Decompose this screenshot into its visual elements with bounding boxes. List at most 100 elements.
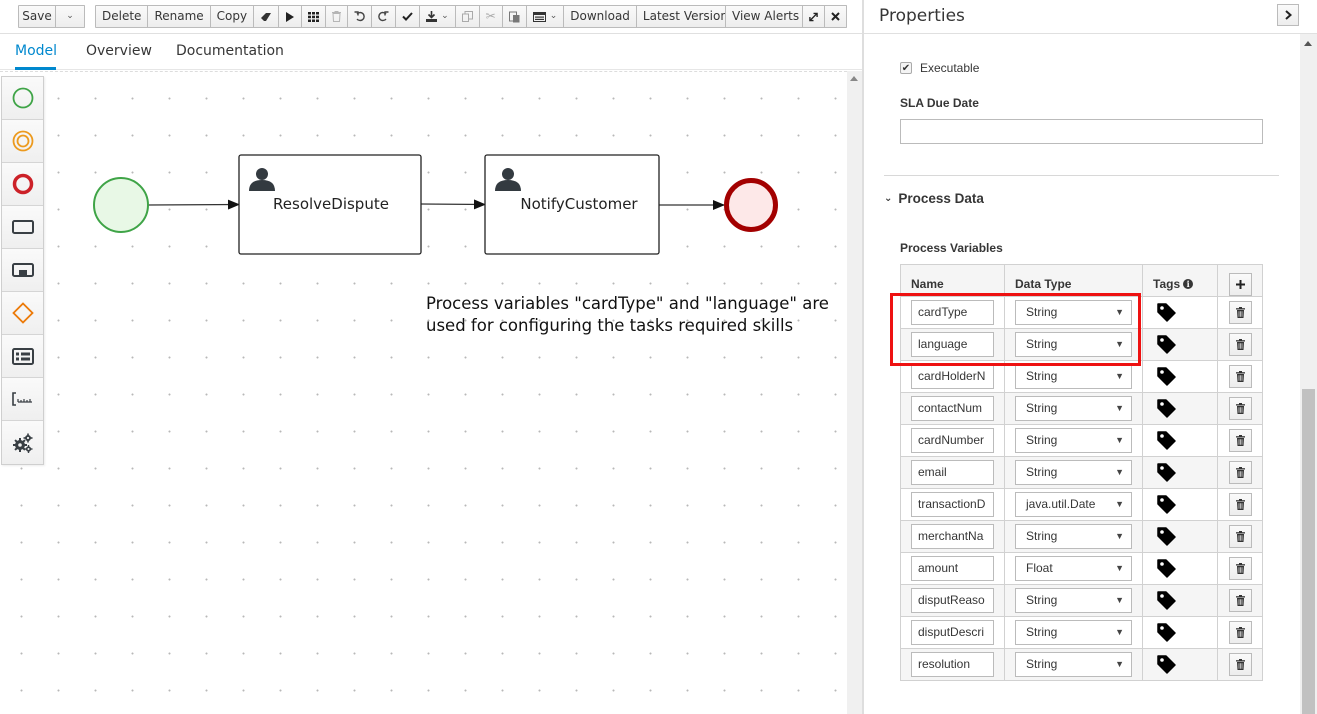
delete-variable-button[interactable] [1229,653,1252,676]
add-variable-button[interactable] [1229,273,1252,296]
data-type-value: java.util.Date [1026,497,1096,511]
tag-icon[interactable] [1157,655,1176,674]
tab-model[interactable]: Model [15,43,57,59]
copy-button[interactable]: Copy [210,5,255,28]
cut-button[interactable]: ✂ [479,5,503,28]
tag-icon[interactable] [1157,463,1176,482]
trash-icon [1236,659,1245,670]
task-resolve-dispute[interactable]: ResolveDispute [238,154,422,255]
data-type-select[interactable]: String ▼ [1015,524,1132,549]
undo-button[interactable] [348,5,373,28]
start-event[interactable] [93,177,149,233]
variable-name-input[interactable]: disputDescri [911,620,994,645]
executable-checkbox[interactable]: ✔ [900,62,912,74]
tag-icon[interactable] [1157,623,1176,642]
process-data-section-toggle[interactable]: ⌄ Process Data [884,191,984,206]
tab-documentation[interactable]: Documentation [176,43,284,59]
tab-overview[interactable]: Overview [86,43,152,59]
tag-icon[interactable] [1157,527,1176,546]
collapse-panel-button[interactable] [1277,4,1299,26]
data-type-select[interactable]: String ▼ [1015,460,1132,485]
variable-name-input[interactable]: disputReaso [911,588,994,613]
delete-variable-button[interactable] [1229,557,1252,580]
delete-variable-button[interactable] [1229,429,1252,452]
close-button[interactable] [825,5,847,28]
scroll-up-icon[interactable] [1304,41,1312,46]
delete-variable-button[interactable] [1229,397,1252,420]
save-button[interactable]: Save [18,5,56,28]
delete-variable-button[interactable] [1229,333,1252,356]
palette-lanes[interactable] [2,335,43,378]
validate-button[interactable] [396,5,421,28]
palette-artifacts[interactable] [2,378,43,421]
variable-name-input[interactable]: merchantNa [911,524,994,549]
data-type-select[interactable]: String ▼ [1015,428,1132,453]
grid-button[interactable] [302,5,327,28]
variable-name-input[interactable]: cardHolderN [911,364,994,389]
scrollbar-thumb[interactable] [1302,389,1315,714]
delete-variable-button[interactable] [1229,365,1252,388]
download-button[interactable]: Download [564,5,637,28]
end-event[interactable] [724,178,778,232]
tag-icon[interactable] [1157,335,1176,354]
info-icon[interactable]: i [1183,279,1194,289]
variable-name-input[interactable]: email [911,460,994,485]
delete-button[interactable]: Delete [95,5,149,28]
palette-custom-tasks[interactable] [2,421,43,464]
task-notify-customer[interactable]: NotifyCustomer [484,154,660,255]
palette-start-event[interactable] [2,77,43,120]
redo-button[interactable] [372,5,397,28]
variable-name-input[interactable]: amount [911,556,994,581]
tag-icon[interactable] [1157,495,1176,514]
scroll-up-icon[interactable] [850,76,858,81]
variable-name-input[interactable]: transactionD [911,492,994,517]
variable-name-input[interactable]: contactNum [911,396,994,421]
view-options-button[interactable]: ⌄ [526,5,565,28]
clear-button[interactable] [254,5,280,28]
maximize-button[interactable] [802,5,825,28]
save-options-button[interactable]: ⌄ [56,5,85,28]
paste-button[interactable] [502,5,527,28]
tag-icon[interactable] [1157,303,1176,322]
variable-name-input[interactable]: language [911,332,994,357]
tag-icon[interactable] [1157,559,1176,578]
data-type-select[interactable]: String ▼ [1015,588,1132,613]
view-alerts-button[interactable]: View Alerts [725,5,807,28]
delete-selection-button[interactable] [326,5,349,28]
properties-scrollbar[interactable] [1300,34,1317,714]
sla-due-date-input[interactable] [900,119,1263,144]
variable-name-input[interactable]: resolution [911,652,994,677]
variable-name-input[interactable]: cardType [911,300,994,325]
delete-variable-button[interactable] [1229,301,1252,324]
data-type-select[interactable]: String ▼ [1015,364,1132,389]
palette-end-event[interactable] [2,163,43,206]
actions-cell [1217,520,1263,553]
delete-variable-button[interactable] [1229,589,1252,612]
variable-name-input[interactable]: cardNumber [911,428,994,453]
data-type-select[interactable]: String ▼ [1015,620,1132,645]
data-type-select[interactable]: String ▼ [1015,396,1132,421]
diagram-canvas[interactable] [0,71,847,714]
tag-icon[interactable] [1157,399,1176,418]
delete-variable-button[interactable] [1229,493,1252,516]
data-type-select[interactable]: Float ▼ [1015,556,1132,581]
delete-variable-button[interactable] [1229,621,1252,644]
palette-intermediate-event[interactable] [2,120,43,163]
palette-subprocess[interactable] [2,249,43,292]
export-button[interactable]: ⌄ [420,5,456,28]
data-type-select[interactable]: String ▼ [1015,652,1132,677]
canvas-scrollbar[interactable] [847,71,862,714]
delete-variable-button[interactable] [1229,461,1252,484]
tag-icon[interactable] [1157,591,1176,610]
data-type-select[interactable]: String ▼ [1015,300,1132,325]
run-button[interactable] [279,5,303,28]
tag-icon[interactable] [1157,367,1176,386]
copy-selection-button[interactable] [455,5,480,28]
palette-gateway[interactable] [2,292,43,335]
rename-button[interactable]: Rename [148,5,211,28]
palette-task[interactable] [2,206,43,249]
tag-icon[interactable] [1157,431,1176,450]
delete-variable-button[interactable] [1229,525,1252,548]
data-type-select[interactable]: java.util.Date ▼ [1015,492,1132,517]
data-type-select[interactable]: String ▼ [1015,332,1132,357]
